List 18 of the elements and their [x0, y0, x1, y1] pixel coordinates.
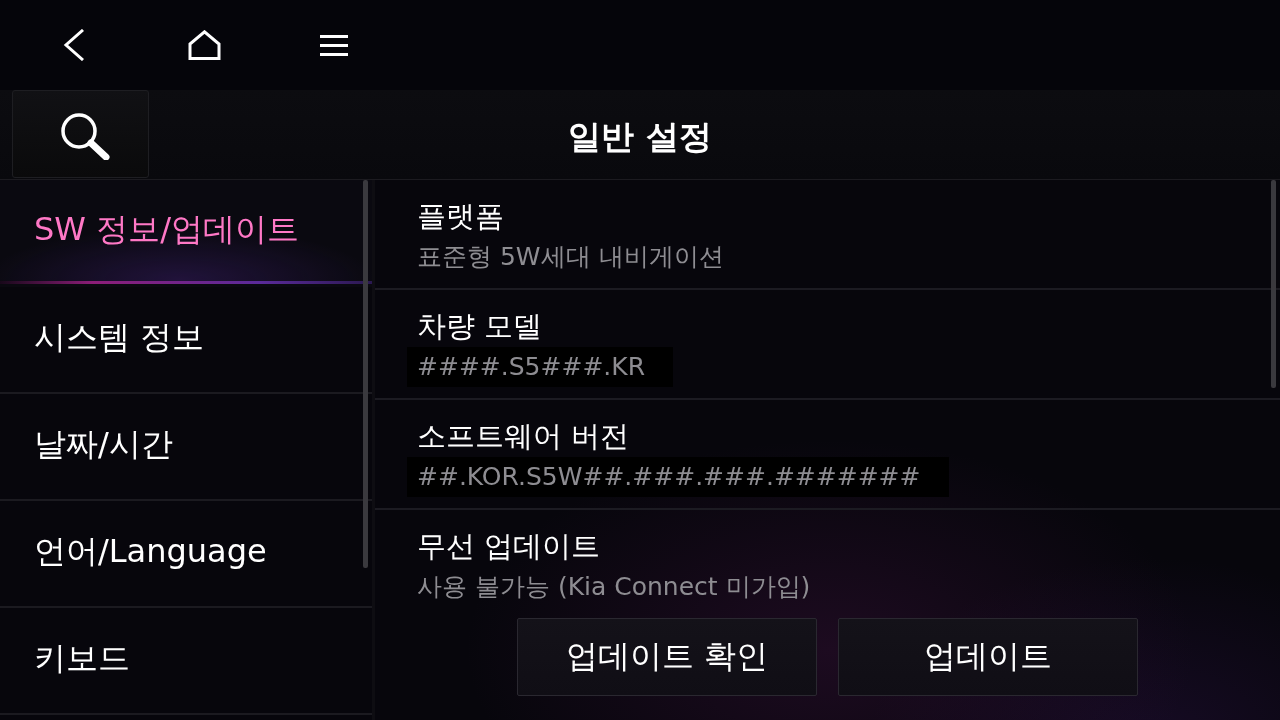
setting-title: 플랫폼 — [417, 198, 505, 235]
search-button[interactable] — [12, 90, 149, 178]
setting-value: 표준형 5W세대 내비게이션 — [417, 241, 724, 273]
menu-icon[interactable] — [320, 34, 348, 56]
sidebar-item[interactable]: SW 정보/업데이트 — [0, 180, 372, 287]
setting-title: 차량 모델 — [417, 308, 544, 345]
setting-value: 사용 불가능 (Kia Connect 미가입) — [417, 571, 811, 603]
setting-value: ##.KOR.S5W##.###.###.####### — [407, 457, 949, 497]
sidebar-item[interactable]: 키보드 — [0, 608, 372, 715]
setting-title: 소프트웨어 버전 — [417, 418, 631, 455]
search-icon — [59, 112, 110, 160]
home-icon[interactable] — [188, 30, 221, 60]
update-button[interactable]: 업데이트 — [838, 618, 1138, 696]
back-icon[interactable] — [63, 29, 85, 61]
setting-title: 무선 업데이트 — [417, 528, 602, 565]
update-button[interactable]: 업데이트 확인 — [517, 618, 817, 696]
setting-value: ####.S5###.KR — [407, 347, 674, 387]
page-title: 일반 설정 — [568, 116, 712, 158]
